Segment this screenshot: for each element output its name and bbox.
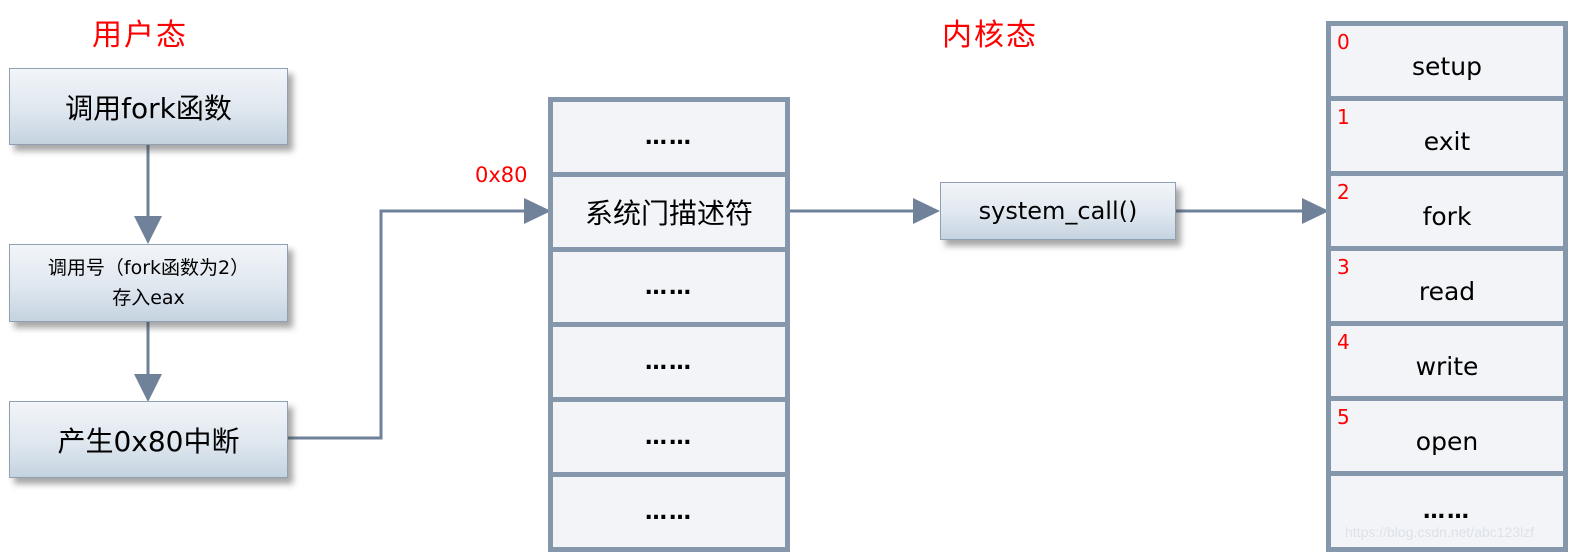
user-mode-title: 用户态 bbox=[92, 18, 188, 53]
idt-row-label: 系统门描述符 bbox=[584, 197, 753, 230]
syscall-index: 2 bbox=[1337, 180, 1350, 204]
idt-row: …… bbox=[553, 477, 785, 547]
call-fork-box: 调用fork函数 bbox=[9, 68, 288, 145]
syscall-index: 4 bbox=[1337, 330, 1350, 354]
call-fork-label: 调用fork函数 bbox=[65, 91, 232, 125]
syscall-table: 0 setup 1 exit 2 fork 3 read 4 write 5 o… bbox=[1326, 21, 1568, 552]
idt-row-system-gate: 系统门描述符 bbox=[553, 177, 785, 247]
arrowhead-right-systemcall bbox=[913, 198, 940, 224]
syscall-index: 1 bbox=[1337, 105, 1350, 129]
idt-row: …… bbox=[553, 102, 785, 172]
syscall-index: 3 bbox=[1337, 255, 1350, 279]
syscall-row: 0 setup bbox=[1331, 26, 1563, 96]
syscall-name: write bbox=[1415, 351, 1479, 381]
store-eax-line2: 存入eax bbox=[112, 287, 185, 309]
interrupt-vector-label: 0x80 bbox=[475, 163, 528, 187]
syscall-name: fork bbox=[1422, 201, 1472, 231]
raise-interrupt-box: 产生0x80中断 bbox=[9, 401, 288, 478]
syscall-row: 3 read bbox=[1331, 251, 1563, 321]
syscall-name: …… bbox=[1423, 499, 1471, 524]
arrowhead-down-1 bbox=[134, 216, 162, 244]
store-eax-box: 调用号（fork函数为2） 存入eax bbox=[9, 244, 288, 322]
arrowhead-right-idt bbox=[524, 198, 551, 224]
idt-row: …… bbox=[553, 327, 785, 397]
syscall-row: 1 exit bbox=[1331, 101, 1563, 171]
syscall-row: 5 open bbox=[1331, 401, 1563, 471]
syscall-index: 0 bbox=[1337, 30, 1350, 54]
connector-interrupt-to-idt bbox=[288, 209, 528, 440]
syscall-name: open bbox=[1415, 426, 1479, 456]
idt-row-label: …… bbox=[645, 124, 693, 150]
kernel-mode-title: 内核态 bbox=[942, 18, 1038, 53]
syscall-row: 4 write bbox=[1331, 326, 1563, 396]
syscall-name: setup bbox=[1412, 51, 1482, 81]
system-call-label: system_call() bbox=[978, 197, 1138, 225]
syscall-name: exit bbox=[1423, 126, 1471, 156]
idt-row: …… bbox=[553, 402, 785, 472]
raise-interrupt-label: 产生0x80中断 bbox=[57, 424, 240, 458]
system-call-box: system_call() bbox=[940, 182, 1176, 240]
idt-row-label: …… bbox=[645, 499, 693, 525]
syscall-name: read bbox=[1418, 276, 1476, 306]
idt-row-label: …… bbox=[645, 274, 693, 300]
syscall-row: 2 fork bbox=[1331, 176, 1563, 246]
store-eax-line1: 调用号（fork函数为2） bbox=[47, 257, 250, 279]
idt-row: …… bbox=[553, 252, 785, 322]
idt-row-label: …… bbox=[645, 424, 693, 450]
idt-row-label: …… bbox=[645, 349, 693, 375]
syscall-index: 5 bbox=[1337, 405, 1350, 429]
idt-table: …… 系统门描述符 …… …… …… …… bbox=[548, 97, 790, 552]
watermark: https://blog.csdn.net/abc123lzf bbox=[1345, 524, 1535, 540]
arrowhead-down-2 bbox=[134, 374, 162, 402]
arrowhead-right-table bbox=[1302, 198, 1329, 224]
